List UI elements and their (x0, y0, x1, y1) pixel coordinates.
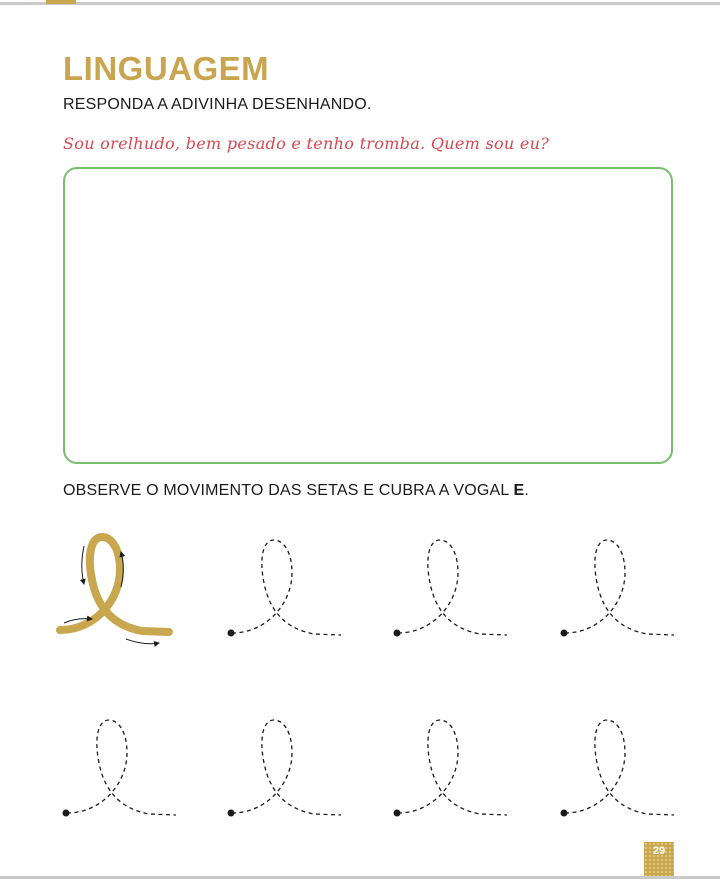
tracing-e-3[interactable] (560, 539, 675, 637)
model-e-stroke (56, 533, 173, 636)
start-point-icon (560, 629, 568, 637)
model-letter-e (56, 533, 173, 647)
start-point-icon (227, 809, 235, 817)
dotted-e-icon (231, 719, 342, 816)
tracing-e-1[interactable] (227, 539, 342, 637)
arrow-right-bottom-icon (125, 638, 160, 647)
tracing-e-7[interactable] (560, 719, 675, 817)
start-point-icon (393, 809, 401, 817)
dotted-e-icon (66, 719, 177, 816)
dotted-e-icon (564, 539, 675, 636)
start-point-icon (560, 809, 568, 817)
arrow-down-icon (79, 545, 86, 585)
tracing-e-4[interactable] (62, 719, 177, 817)
start-point-icon (393, 629, 401, 637)
tracing-e-5[interactable] (227, 719, 342, 817)
page-number-badge: 29 (644, 842, 674, 876)
bottom-rule (0, 876, 720, 879)
tracing-e-6[interactable] (393, 719, 508, 817)
tracing-exercise (56, 533, 675, 817)
page-number: 29 (652, 845, 666, 857)
start-point-icon (62, 809, 70, 817)
dotted-e-icon (397, 539, 508, 636)
tracing-e-2[interactable] (393, 539, 508, 637)
dotted-e-icon (564, 719, 675, 816)
dotted-e-icon (231, 539, 342, 636)
dotted-e-icon (397, 719, 508, 816)
start-point-icon (227, 629, 235, 637)
